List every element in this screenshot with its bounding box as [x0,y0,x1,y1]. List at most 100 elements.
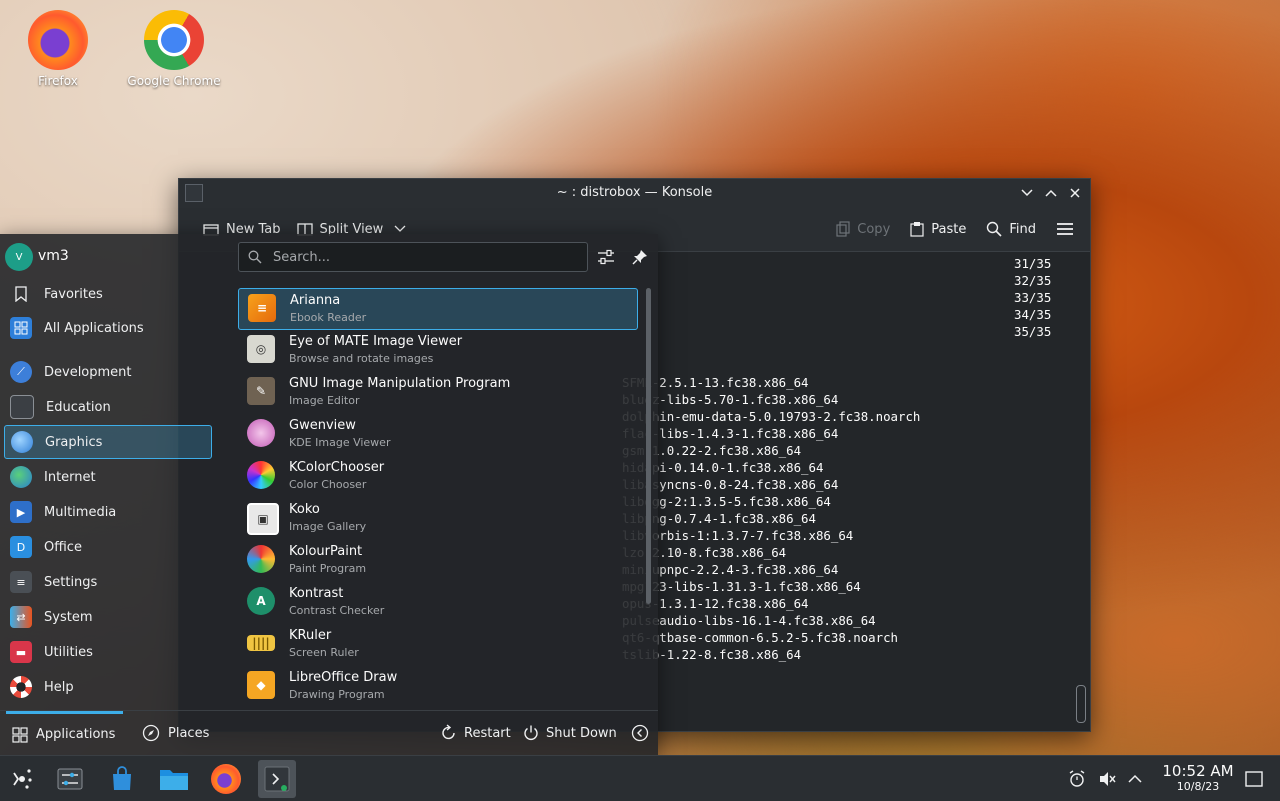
username: vm3 [38,248,69,264]
shutdown-button[interactable]: Shut Down [522,711,617,755]
close-button[interactable] [1068,184,1082,202]
category-system[interactable]: ⇄ System [4,601,210,633]
tab-applications[interactable]: Applications [6,711,124,755]
pin-button[interactable] [629,246,651,268]
window-titlebar[interactable]: ~ : distrobox — Konsole [179,179,1090,207]
search-icon [987,221,1002,237]
maximize-button[interactable] [1044,184,1058,202]
desktop-icon-label: Firefox [38,74,78,88]
tray-expand-button[interactable] [1124,756,1146,801]
avatar[interactable]: V [5,243,33,271]
chevron-up-icon [1128,774,1142,783]
chrome-icon [144,10,204,70]
taskbar-konsole[interactable] [258,760,296,798]
show-desktop-icon [1245,770,1263,787]
progress-line: 35/35 [1014,324,1052,339]
gwenview-icon [247,419,275,447]
app-item-eye-of-mate[interactable]: ◎ Eye of MATE Image Viewer Browse and ro… [238,330,636,370]
category-utilities[interactable]: ▬ Utilities [4,636,210,668]
alarm-clock-icon [1069,769,1085,787]
digital-clock[interactable]: 10:52 AM 10/8/23 [1150,762,1246,793]
bookmark-icon [10,283,32,305]
search-input[interactable] [271,248,575,266]
app-item-koko[interactable]: ▣ Koko Image Gallery [238,498,636,538]
app-item-kolourpaint[interactable]: KolourPaint Paint Program [238,540,636,580]
terminal-scrollbar[interactable] [1076,685,1086,723]
copy-icon [836,221,850,237]
sliders-icon [598,249,614,265]
taskbar-discover[interactable] [103,760,141,798]
development-icon: ⟋ [10,361,32,383]
power-icon [524,725,538,740]
desktop-icon-chrome[interactable]: Google Chrome [126,10,222,88]
graphics-icon [11,431,33,453]
education-icon [10,395,34,419]
category-all-applications[interactable]: All Applications [4,312,210,344]
category-multimedia[interactable]: ▶ Multimedia [4,496,210,528]
ebook-icon: ≡ [248,294,276,322]
clock-date: 10/8/23 [1176,780,1220,793]
grid-icon [12,726,28,743]
category-help[interactable]: Help [4,671,210,703]
package-line: pulseaudio-libs-16.1-4.fc38.x86_64 [622,613,876,628]
show-desktop-button[interactable] [1242,756,1266,801]
restart-button[interactable]: Restart [440,711,511,755]
app-item-gwenview[interactable]: Gwenview KDE Image Viewer [238,414,636,454]
app-item-kcolorchooser[interactable]: KColorChooser Color Chooser [238,456,636,496]
taskbar-system-settings[interactable] [51,760,89,798]
chevron-down-icon [1021,189,1033,197]
multimedia-icon: ▶ [10,501,32,523]
category-favorites[interactable]: Favorites [4,278,210,310]
minimize-button[interactable] [1020,184,1034,202]
category-development[interactable]: ⟋ Development [4,356,210,388]
window-title: ~ : distrobox — Konsole [556,185,713,200]
progress-line: 32/35 [1014,273,1052,288]
app-item-gimp[interactable]: ✎ GNU Image Manipulation Program Image E… [238,372,636,412]
find-label: Find [1009,221,1036,237]
pin-icon [632,250,647,265]
contrast-icon: A [247,587,275,615]
app-list-scrollbar[interactable] [646,288,651,604]
hamburger-icon [1057,223,1073,235]
application-launcher-button[interactable] [3,760,41,798]
paste-button[interactable]: Paste [902,217,974,241]
desktop-icon-firefox[interactable]: Firefox [10,10,106,88]
system-icon: ⇄ [10,606,32,628]
alarm-tray-button[interactable] [1066,756,1088,801]
search-field[interactable] [238,242,588,272]
package-line: qt6-qtbase-common-6.5.2-5.fc38.noarch [622,630,899,645]
app-item-arianna[interactable]: ≡ Arianna Ebook Reader [238,288,638,330]
hamburger-menu-button[interactable] [1048,218,1082,240]
progress-line: 34/35 [1014,307,1052,322]
category-education[interactable]: Education [4,391,210,423]
taskbar-firefox[interactable] [207,760,245,798]
copy-button[interactable]: Copy [828,217,898,241]
progress-line: 33/35 [1014,290,1052,305]
package-line: dolphin-emu-data-5.0.19793-2.fc38.noarch [622,409,921,424]
utilities-icon: ▬ [10,641,32,663]
chevron-up-icon [1045,189,1057,197]
restart-icon [442,724,455,740]
color-wheel-icon [247,461,275,489]
chevron-down-icon [394,225,406,232]
terminal-icon [264,766,290,792]
category-internet[interactable]: Internet [4,461,210,493]
shopping-bag-icon [113,766,131,790]
configure-button[interactable] [595,246,617,268]
globe-icon [10,466,32,488]
app-item-libreoffice-draw[interactable]: ◆ LibreOffice Draw Drawing Program [238,666,636,706]
app-item-kontrast[interactable]: A Kontrast Contrast Checker [238,582,636,622]
search-icon [248,250,262,264]
tab-places[interactable]: Places [142,711,209,755]
app-item-kruler[interactable]: |||| KRuler Screen Ruler [238,624,636,664]
close-icon [1070,188,1080,198]
find-button[interactable]: Find [978,217,1044,241]
folder-icon [160,770,188,790]
category-settings[interactable]: ≡ Settings [4,566,210,598]
volume-tray-button[interactable] [1096,756,1118,801]
leave-menu-button[interactable] [631,711,649,755]
category-office[interactable]: D Office [4,531,210,563]
category-graphics[interactable]: Graphics [4,425,212,459]
taskbar-dolphin[interactable] [155,760,193,798]
compass-icon [142,724,160,742]
